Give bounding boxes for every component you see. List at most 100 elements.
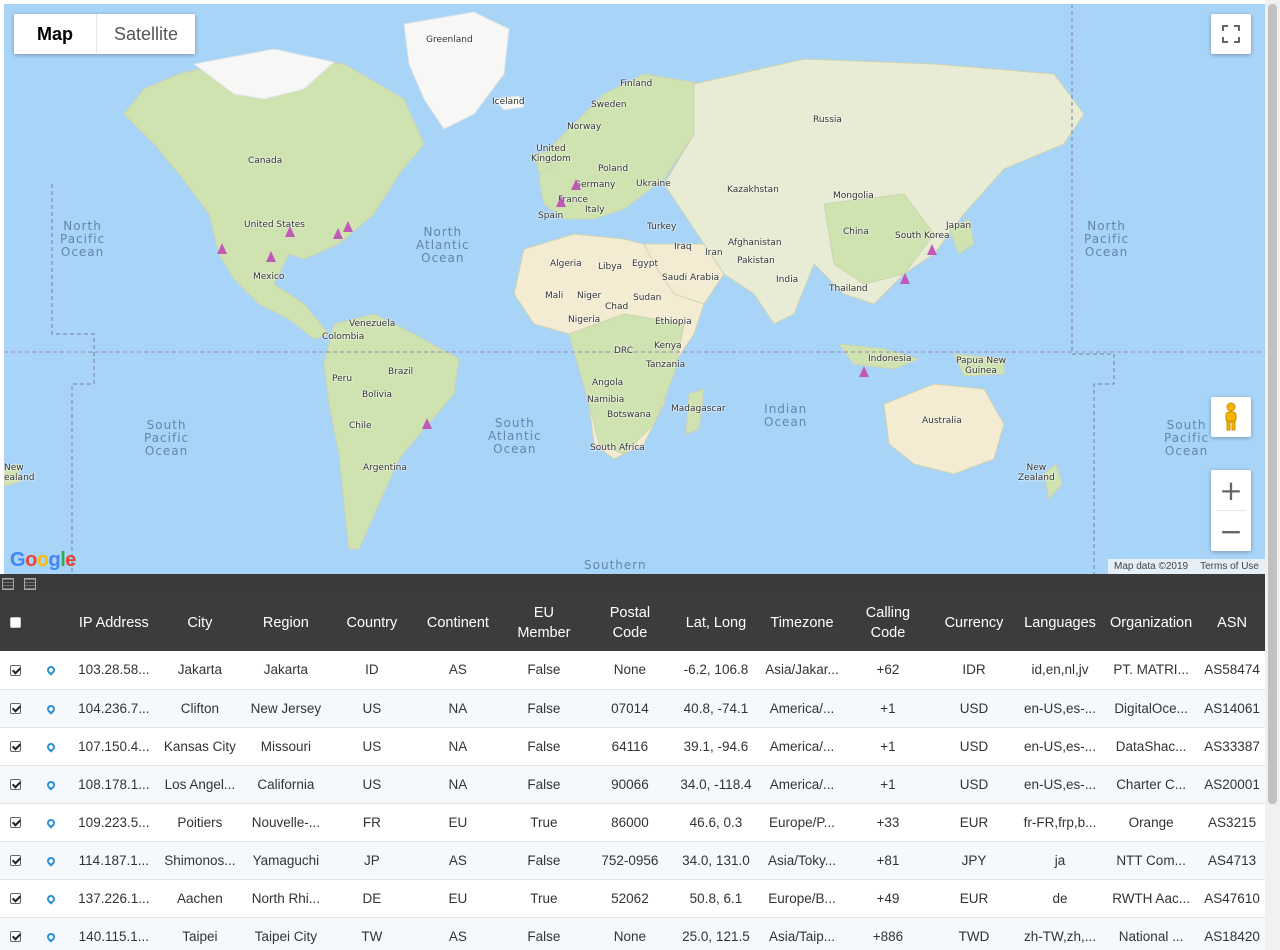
row-checkbox[interactable] (9, 665, 21, 677)
map-marker[interactable] (343, 221, 353, 232)
locate-cell[interactable] (30, 803, 71, 842)
terms-of-use-link[interactable]: Terms of Use (1200, 561, 1259, 572)
map-marker[interactable] (266, 251, 276, 262)
grid-icon[interactable] (2, 578, 14, 590)
locate-cell[interactable] (30, 879, 71, 918)
row-checkbox-cell[interactable] (0, 917, 31, 950)
map-marker[interactable] (927, 244, 937, 255)
column-header[interactable]: Region (242, 594, 329, 651)
map-marker[interactable] (859, 366, 869, 377)
column-header[interactable]: Organization (1103, 594, 1200, 651)
map-pin-icon[interactable] (44, 664, 57, 676)
place-label: Thailand (829, 284, 868, 294)
row-checkbox[interactable] (9, 817, 21, 829)
table-cell: +1 (844, 765, 931, 804)
map-marker[interactable] (422, 418, 432, 429)
columns-icon[interactable] (24, 578, 36, 590)
table-cell: EUR (930, 803, 1017, 842)
select-all-checkbox[interactable] (0, 594, 31, 651)
fullscreen-button[interactable] (1211, 14, 1251, 54)
row-checkbox-cell[interactable] (0, 841, 31, 880)
map-marker[interactable] (571, 179, 581, 190)
locate-cell[interactable] (30, 841, 71, 880)
map-pin-icon[interactable] (44, 854, 57, 867)
row-checkbox[interactable] (9, 855, 21, 867)
map-pin-icon[interactable] (44, 740, 57, 753)
table-row[interactable]: 137.226.1... Aachen North Rhi... DE EU True 52… (0, 879, 1265, 918)
table-cell: +33 (844, 803, 931, 842)
column-header[interactable]: IP Address (70, 594, 157, 651)
table-cell: False (500, 917, 587, 950)
locate-cell[interactable] (30, 917, 71, 950)
row-checkbox-cell[interactable] (0, 765, 31, 804)
locate-cell[interactable] (30, 727, 71, 766)
map-marker[interactable] (217, 243, 227, 254)
world-map[interactable]: North Pacific Ocean North Atlantic Ocean… (4, 4, 1265, 574)
map-marker[interactable] (900, 273, 910, 284)
row-checkbox-cell[interactable] (0, 689, 31, 728)
map-type-map-button[interactable]: Map (14, 14, 97, 54)
map-marker[interactable] (285, 226, 295, 237)
row-checkbox-cell[interactable] (0, 803, 31, 842)
map-type-satellite-button[interactable]: Satellite (97, 14, 196, 54)
ip-data-grid: IP Address City Region Country Continent EU M… (0, 594, 1265, 950)
table-cell: America/... (758, 689, 845, 728)
table-cell: en-US,es-... (1017, 689, 1104, 728)
table-cell: Missouri (242, 727, 329, 766)
place-label: Indonesia (868, 354, 912, 364)
column-header[interactable]: Timezone (758, 594, 845, 651)
map-data-text: Map data ©2019 (1114, 561, 1189, 572)
locate-cell[interactable] (30, 651, 71, 690)
zoom-out-button[interactable]: − (1211, 511, 1251, 551)
locate-cell[interactable] (30, 765, 71, 804)
table-row[interactable]: 109.223.5... Poitiers Nouvelle-... FR EU True… (0, 803, 1265, 842)
column-header[interactable]: Lat, Long (672, 594, 759, 651)
row-checkbox[interactable] (9, 703, 21, 715)
column-header[interactable]: ASN (1199, 594, 1265, 651)
table-cell: 34.0, 131.0 (672, 841, 759, 880)
street-view-button[interactable] (1211, 397, 1251, 437)
table-cell: 50.8, 6.1 (672, 879, 759, 918)
table-row[interactable]: 140.115.1... Taipei Taipei City TW AS False No… (0, 917, 1265, 950)
row-checkbox-cell[interactable] (0, 879, 31, 918)
map-pin-icon[interactable] (44, 816, 57, 829)
google-logo[interactable]: Google (10, 549, 76, 572)
map-pin-icon[interactable] (44, 892, 57, 905)
row-checkbox-cell[interactable] (0, 651, 31, 690)
table-row[interactable]: 103.28.58... Jakarta Jakarta ID AS False None -… (0, 651, 1265, 690)
table-cell: EU (414, 879, 501, 918)
map-marker[interactable] (333, 228, 343, 239)
table-cell: zh-TW,zh,... (1017, 917, 1104, 950)
scrollbar-thumb[interactable] (1268, 4, 1277, 804)
column-header[interactable]: EU Member (500, 594, 587, 651)
column-header[interactable]: Currency (930, 594, 1017, 651)
map-pin-icon[interactable] (44, 930, 57, 943)
table-cell: PT. MATRI... (1103, 651, 1200, 690)
column-header[interactable]: Languages (1017, 594, 1104, 651)
map-marker[interactable] (556, 196, 566, 207)
map-pin-icon[interactable] (44, 778, 57, 791)
row-checkbox[interactable] (9, 779, 21, 791)
row-checkbox[interactable] (9, 931, 21, 943)
row-checkbox[interactable] (9, 893, 21, 905)
row-checkbox-cell[interactable] (0, 727, 31, 766)
column-header[interactable]: Postal Code (586, 594, 673, 651)
zoom-in-button[interactable]: + (1211, 470, 1251, 510)
table-row[interactable]: 107.150.4... Kansas City Missouri US NA False… (0, 727, 1265, 766)
row-checkbox[interactable] (9, 741, 21, 753)
table-row[interactable]: 104.236.7... Clifton New Jersey US NA False 07… (0, 689, 1265, 728)
checkbox[interactable] (9, 617, 21, 629)
column-header[interactable]: Continent (414, 594, 501, 651)
place-label: DRC (614, 346, 634, 356)
column-header[interactable]: Country (328, 594, 415, 651)
table-cell: AS18420 (1199, 917, 1265, 950)
page-scrollbar[interactable] (1265, 0, 1280, 950)
column-header[interactable]: City (156, 594, 243, 651)
table-row[interactable]: 108.178.1... Los Angel... California US NA Fa… (0, 765, 1265, 804)
table-row[interactable]: 114.187.1... Shimonos... Yamaguchi JP AS Fals… (0, 841, 1265, 880)
table-cell: 114.187.1... (70, 841, 157, 880)
map-pin-icon[interactable] (44, 702, 57, 715)
ocean-label-north-atlantic: North Atlantic Ocean (416, 225, 470, 265)
column-header[interactable]: Calling Code (844, 594, 931, 651)
locate-cell[interactable] (30, 689, 71, 728)
